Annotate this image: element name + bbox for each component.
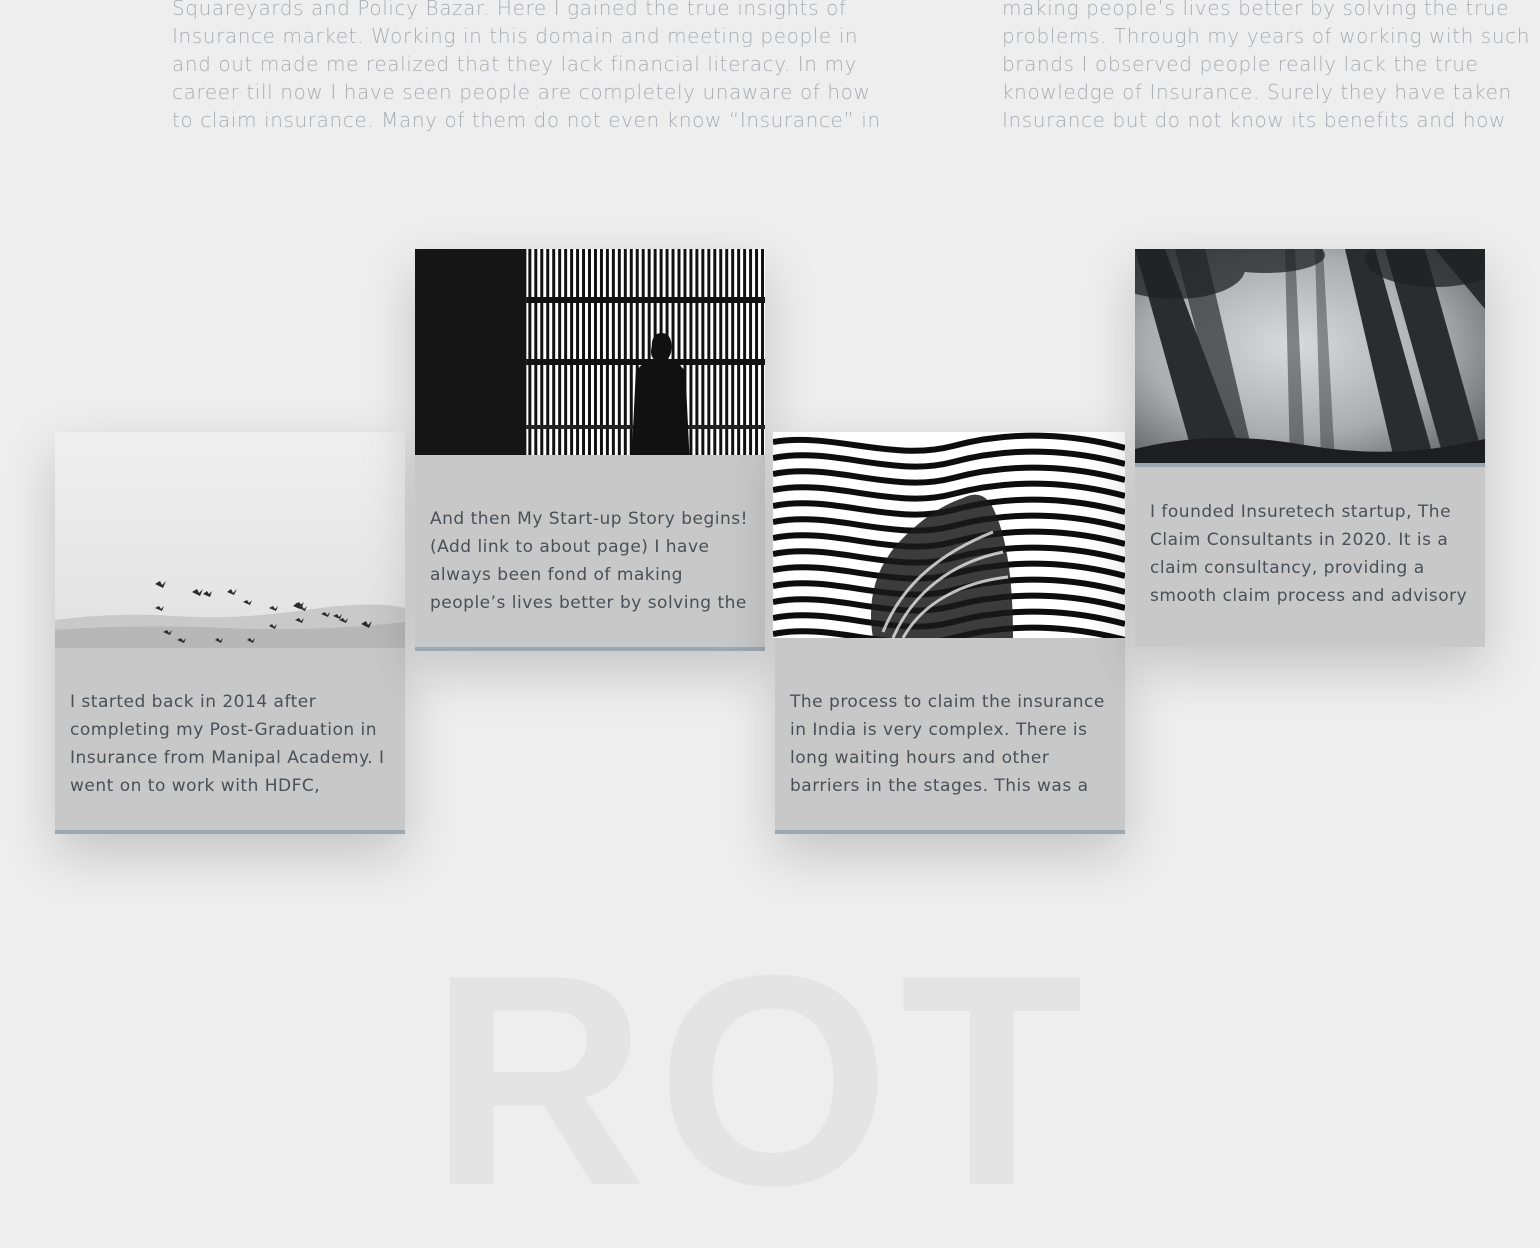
silhouette-striped-wall-photo [415,249,765,455]
timeline-card-claim-process[interactable]: The process to claim the insurance in In… [773,432,1125,834]
timeline-card-2014[interactable]: I started back in 2014 after completing … [55,432,405,834]
card-text-claim-process: The process to claim the insurance in In… [790,692,1105,796]
intro-text-right: making people’s lives better by solving … [1002,0,1532,139]
timeline-card-startup-story[interactable]: And then My Start-up Story begins! (Add … [415,249,765,651]
card-text-startup-story: And then My Start-up Story begins! (Add … [430,509,748,613]
birds-flying-photo [55,432,405,648]
intro-text-left: Squareyards and Policy Bazar. Here I gai… [172,0,892,139]
card-text-2014: I started back in 2014 after completing … [70,692,385,796]
background-heading: ROT [430,912,1094,1248]
card-text-founded: I founded Insuretech startup, The Claim … [1150,502,1468,606]
timeline-card-founded[interactable]: I founded Insuretech startup, The Claim … [1135,249,1485,647]
wavy-stripes-photo [773,432,1125,638]
intro-paragraph-left: Squareyards and Policy Bazar. Here I gai… [172,0,881,139]
foggy-forest-photo [1135,249,1485,467]
intro-paragraph-right: making people’s lives better by solving … [1002,0,1530,139]
